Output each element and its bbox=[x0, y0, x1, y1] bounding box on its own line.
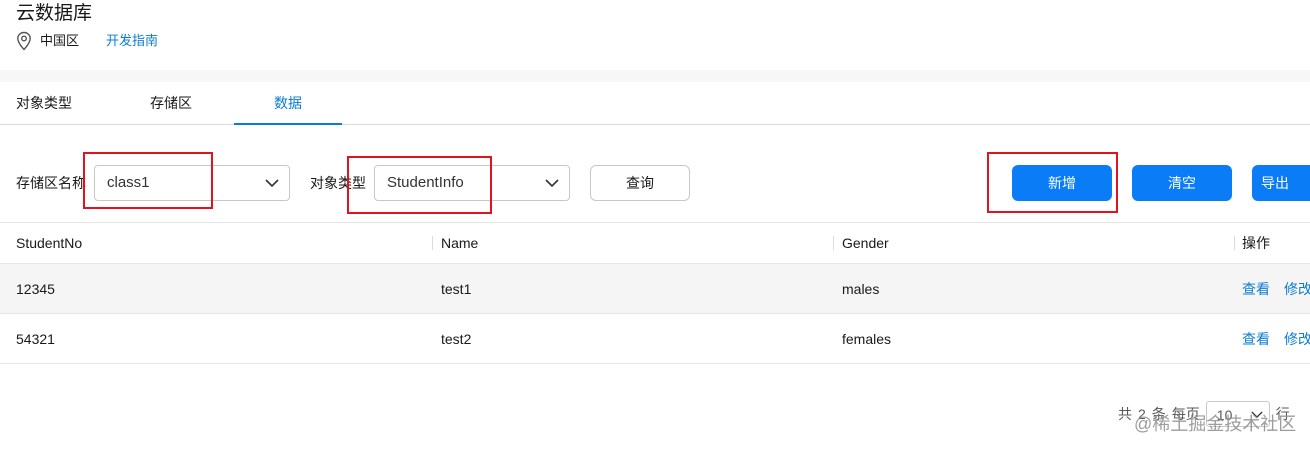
tab-storage-zone[interactable]: 存储区 bbox=[150, 82, 196, 125]
tab-object-type[interactable]: 对象类型 bbox=[16, 82, 74, 125]
clear-button[interactable]: 清空 bbox=[1132, 165, 1232, 201]
total-prefix: 共 bbox=[1118, 406, 1132, 422]
column-divider bbox=[432, 236, 433, 250]
table-header: StudentNo Name Gender 操作 bbox=[0, 222, 1310, 264]
cell-studentno: 12345 bbox=[16, 281, 55, 297]
tab-bar: 对象类型 存储区 数据 bbox=[0, 82, 1310, 125]
highlight-box-zone bbox=[83, 152, 213, 209]
edit-link[interactable]: 修改 bbox=[1284, 314, 1310, 364]
highlight-box-type bbox=[347, 156, 492, 214]
tab-data[interactable]: 数据 bbox=[234, 82, 342, 125]
region-label: 中国区 bbox=[40, 33, 80, 48]
column-divider bbox=[833, 236, 834, 250]
column-header-name: Name bbox=[441, 235, 479, 251]
page-title: 云数据库 bbox=[16, 3, 93, 24]
region-indicator: 中国区 bbox=[16, 31, 79, 51]
column-header-studentno: StudentNo bbox=[16, 235, 83, 251]
export-button[interactable]: 导出 bbox=[1252, 165, 1310, 201]
section-divider bbox=[0, 70, 1310, 82]
cell-gender: females bbox=[842, 331, 892, 347]
chevron-down-icon bbox=[265, 179, 279, 188]
chevron-down-icon bbox=[545, 179, 559, 188]
table-row: 12345 test1 males 查看 修改 bbox=[0, 264, 1310, 314]
cell-studentno: 54321 bbox=[16, 331, 55, 347]
cell-gender: males bbox=[842, 281, 880, 297]
column-divider bbox=[1234, 236, 1235, 250]
column-header-actions: 操作 bbox=[1242, 235, 1270, 251]
cell-name: test2 bbox=[441, 331, 472, 347]
watermark: @稀土掘金技术社区 bbox=[1134, 414, 1297, 434]
query-button[interactable]: 查询 bbox=[590, 165, 690, 201]
location-pin-icon bbox=[17, 31, 31, 51]
dev-guide-link[interactable]: 开发指南 bbox=[106, 31, 158, 51]
highlight-box-add bbox=[987, 152, 1118, 213]
zone-name-label: 存储区名称 bbox=[16, 175, 86, 191]
data-table: StudentNo Name Gender 操作 12345 test1 mal… bbox=[0, 222, 1310, 364]
cell-name: test1 bbox=[441, 281, 472, 297]
table-row: 54321 test2 females 查看 修改 bbox=[0, 314, 1310, 364]
column-header-gender: Gender bbox=[842, 235, 889, 251]
view-link[interactable]: 查看 bbox=[1242, 314, 1270, 364]
edit-link[interactable]: 修改 bbox=[1284, 264, 1310, 314]
view-link[interactable]: 查看 bbox=[1242, 264, 1270, 314]
